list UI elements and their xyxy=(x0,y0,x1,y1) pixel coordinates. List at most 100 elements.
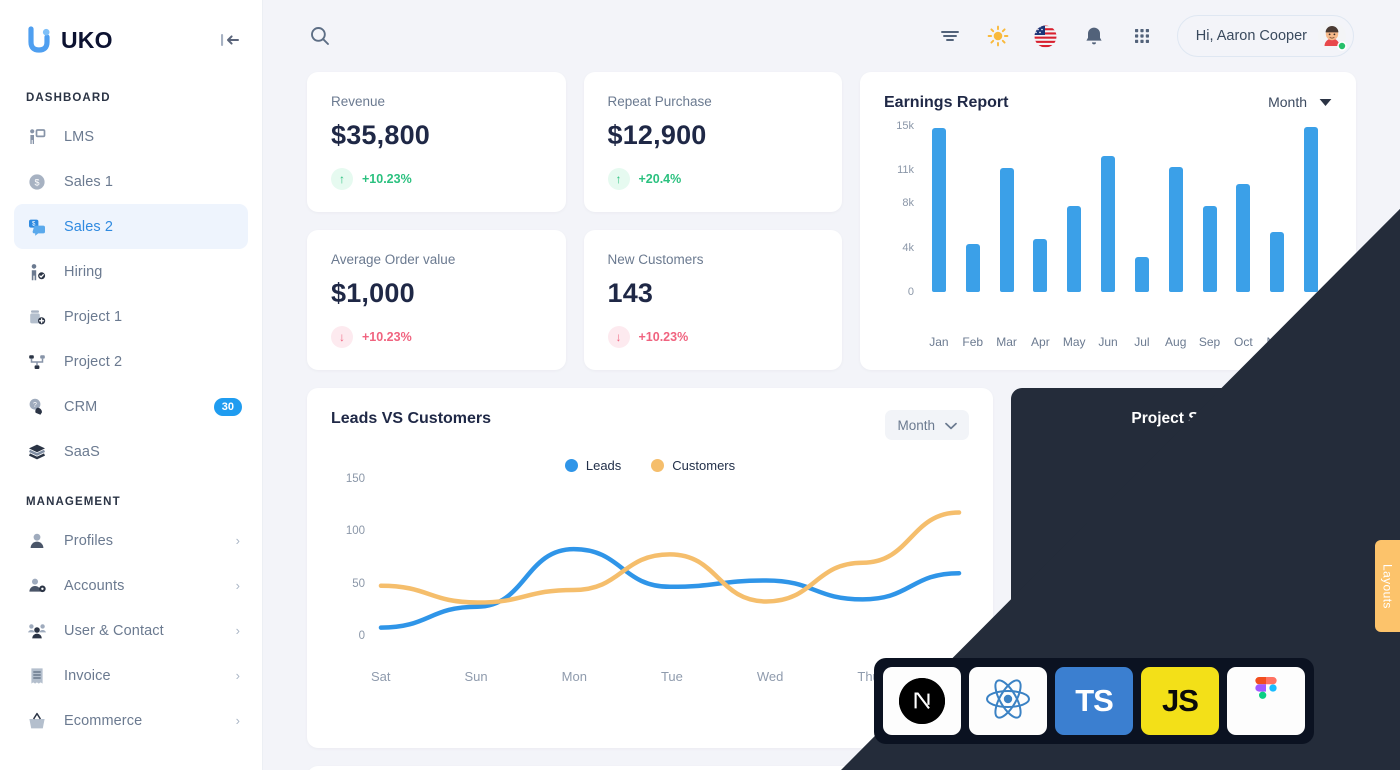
user-icon xyxy=(26,530,48,552)
nextjs-logo[interactable] xyxy=(883,667,961,735)
leads-legend: Leads Customers xyxy=(331,458,969,473)
sidebar-item-label: CRM xyxy=(64,398,98,415)
stat-delta: ↑ +10.23% xyxy=(331,168,542,190)
brand[interactable]: UKO xyxy=(26,26,113,54)
earnings-period-dropdown[interactable]: Month xyxy=(1268,94,1332,110)
sidebar-item-project-1[interactable]: Project 1 xyxy=(14,294,248,339)
sidebar-item-accounts[interactable]: Accounts › xyxy=(14,563,248,608)
sidebar-item-sales-1[interactable]: $ Sales 1 xyxy=(14,159,248,204)
legend-dot-customers xyxy=(651,459,665,472)
javascript-logo[interactable]: JS xyxy=(1141,667,1219,735)
user-gear-icon xyxy=(26,575,48,597)
sidebar-item-label: Project 1 xyxy=(64,308,123,325)
sidebar-item-invoice[interactable]: Invoice › xyxy=(14,653,248,698)
react-logo[interactable] xyxy=(969,667,1047,735)
sidebar-item-label: User & Contact xyxy=(64,622,164,639)
stat-delta: ↓ +10.23% xyxy=(607,326,819,348)
legend-label-customers: Customers xyxy=(672,458,736,473)
leads-x-tick: Sun xyxy=(464,669,488,684)
earnings-bar-column xyxy=(922,126,956,292)
leads-y-tick: 50 xyxy=(352,577,365,590)
sidebar-item-lms[interactable]: LMS xyxy=(14,114,248,159)
legend-item-leads: Leads xyxy=(564,458,622,473)
earnings-bar-column xyxy=(1193,126,1227,292)
sidebar-item-crm[interactable]: ? CRM 30 xyxy=(14,384,248,429)
typescript-logo[interactable]: TS xyxy=(1055,667,1133,735)
row-stats-and-earnings: Revenue $35,800 ↑ +10.23% Repeat Purchas… xyxy=(307,72,1356,370)
leads-y-tick: 150 xyxy=(345,473,365,485)
sidebar-item-hiring[interactable]: Hiring xyxy=(14,249,248,294)
stat-value: $35,800 xyxy=(331,120,430,150)
sidebar-item-project-2[interactable]: Project 2 xyxy=(14,339,248,384)
leads-period-dropdown[interactable]: Month xyxy=(885,410,969,440)
sidebar-item-ecommerce[interactable]: Ecommerce › xyxy=(14,698,248,743)
leads-y-axis: 0 50 100 150 xyxy=(331,473,371,660)
leads-y-tick: 100 xyxy=(345,525,365,538)
leads-x-tick: Wed xyxy=(756,669,784,684)
sidebar-section-dashboard-label: DASHBOARD xyxy=(26,92,111,104)
earnings-bar xyxy=(965,244,980,292)
us-flag-icon[interactable] xyxy=(1033,23,1059,49)
chevron-right-icon: › xyxy=(235,578,240,593)
sitemap-icon xyxy=(26,351,48,373)
sun-theme-icon[interactable] xyxy=(985,23,1011,49)
leads-header: Leads VS Customers Month xyxy=(331,410,969,440)
earnings-x-tick: Feb xyxy=(962,335,984,349)
layouts-side-tab[interactable]: Layouts xyxy=(1375,540,1400,632)
stat-delta-text: +10.23% xyxy=(638,330,689,344)
sidebar-header: UKO xyxy=(0,0,262,80)
earnings-header: Earnings Report Month xyxy=(884,94,1332,112)
leads-title: Leads VS Customers xyxy=(331,410,492,427)
sidebar-item-sales-2[interactable]: $ Sales 2 xyxy=(14,204,248,249)
earnings-y-tick: 0 xyxy=(907,286,914,298)
chevron-right-icon: › xyxy=(235,668,240,683)
legend-item-customers: Customers xyxy=(651,458,735,473)
stat-card-revenue: Revenue $35,800 ↑ +10.23% xyxy=(307,72,566,212)
leads-y-tick: 0 xyxy=(358,630,365,642)
earnings-y-tick: 11k xyxy=(897,164,914,177)
user-avatar xyxy=(1317,21,1347,51)
nextjs-logo-icon xyxy=(899,678,945,724)
main-area: Hi, Aaron Cooper Revenue $35,800 ↑ +10.2… xyxy=(263,0,1400,770)
earnings-bar xyxy=(1033,238,1048,292)
earnings-y-tick: 15k xyxy=(896,120,914,132)
earnings-x-axis: Jan Feb Mar Apr May Jun Jul Aug Sep Oct Nov Dec xyxy=(918,326,1332,349)
stat-delta-text: +10.23% xyxy=(362,330,412,344)
caret-down-icon xyxy=(1319,94,1332,110)
search-icon[interactable] xyxy=(307,23,333,49)
earnings-y-tick: 4k xyxy=(902,241,914,254)
earnings-x-tick: Aug xyxy=(1165,335,1187,349)
stat-delta: ↑ +20.4% xyxy=(607,168,819,190)
react-logo-icon xyxy=(983,676,1033,727)
earnings-bar-column xyxy=(1057,126,1091,292)
arrow-down-icon: ↓ xyxy=(331,326,353,348)
stat-card-repeat-purchase: Repeat Purchase $12,900 ↑ +20.4% xyxy=(583,72,842,212)
leads-x-tick: Mon xyxy=(561,669,587,684)
bottom-card-placeholder xyxy=(307,766,1356,770)
apps-grid-icon[interactable] xyxy=(1129,23,1155,49)
earnings-report-card: Earnings Report Month 0 4k 8k 11k 15k Jan Feb… xyxy=(860,72,1356,370)
figma-logo[interactable] xyxy=(1227,667,1305,735)
stat-card-average-order-value: Average Order value $1,000 ↓ +10.23% xyxy=(307,230,566,370)
legend-label-leads: Leads xyxy=(585,458,622,473)
earnings-x-tick: Nov xyxy=(1266,335,1288,349)
earnings-bar xyxy=(1134,256,1149,292)
sidebar-item-saas[interactable]: SaaS xyxy=(14,429,248,474)
filter-lines-icon[interactable] xyxy=(937,23,963,49)
arrow-up-icon: ↑ xyxy=(607,168,630,190)
legend-dot-leads xyxy=(564,459,578,472)
sidebar-item-user-contact[interactable]: User & Contact › xyxy=(14,608,248,653)
sidebar-badge-crm: 30 xyxy=(213,397,242,416)
donut-center: Avg Range 140 xyxy=(1081,450,1286,655)
bell-notification-icon[interactable] xyxy=(1081,23,1107,49)
leads-period-label: Month xyxy=(897,417,935,433)
user-menu[interactable]: Hi, Aaron Cooper xyxy=(1176,15,1354,57)
sidebar-item-label: Sales 2 xyxy=(64,218,114,235)
chevron-down-icon xyxy=(945,418,957,433)
earnings-x-tick: Jun xyxy=(1098,335,1118,349)
collapse-sidebar-icon[interactable] xyxy=(218,30,242,50)
stat-value: 143 xyxy=(607,278,654,308)
sidebar-item-profiles[interactable]: Profiles › xyxy=(14,518,248,563)
earnings-bar-column xyxy=(990,126,1024,292)
layouts-tab-label: Layouts xyxy=(1380,563,1395,609)
